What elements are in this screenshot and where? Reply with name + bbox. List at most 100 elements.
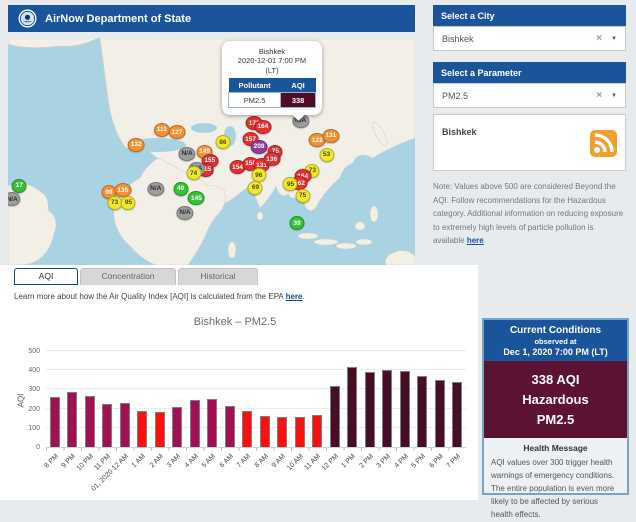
chart-bar[interactable]	[452, 382, 462, 447]
chart-bar[interactable]	[365, 372, 375, 447]
y-tick-label: 500	[4, 348, 40, 355]
epa-here-link[interactable]: here	[286, 292, 303, 301]
select-city-header: Select a City	[433, 5, 626, 26]
chart-bar[interactable]	[295, 417, 305, 447]
current-conditions-panel: Current Conditions observed at Dec 1, 20…	[482, 318, 629, 495]
aqi-map-marker[interactable]: 95	[283, 177, 298, 191]
y-tick-label: 0	[4, 444, 40, 451]
health-message-block: Health Message AQI values over 300 trigg…	[484, 438, 627, 522]
chart-bar[interactable]	[207, 399, 217, 447]
aqi-marker-layer: 17N/A132111127901357395N/AN/AN/A14915511…	[8, 38, 415, 265]
chart-bar[interactable]	[102, 404, 112, 447]
city-feed-box: Bishkek	[433, 114, 626, 171]
learn-more-prefix: Learn more about how the Air Quality Ind…	[14, 292, 283, 301]
app-title: AirNow Department of State	[45, 13, 191, 25]
tab-historical[interactable]: Historical	[178, 268, 258, 285]
note-text: Note: Values above 500 are considered Be…	[433, 182, 623, 245]
chart-title: Bishkek – PM2.5	[0, 316, 470, 328]
observed-datetime: Dec 1, 2020 7:00 PM (LT)	[486, 347, 625, 357]
chart-bar[interactable]	[330, 386, 340, 447]
aqi-map-marker[interactable]: 39	[289, 216, 304, 230]
aqi-map-marker[interactable]: 69	[248, 181, 263, 195]
chart-bar[interactable]	[277, 417, 287, 447]
aqi-map-marker[interactable]: 145	[188, 191, 205, 205]
parameter-select[interactable]: PM2.5 × ▼	[433, 83, 626, 108]
aqi-map-marker[interactable]: 53	[319, 148, 334, 162]
city-dropdown-caret-icon[interactable]: ▼	[611, 36, 617, 42]
y-tick-label: 100	[4, 425, 40, 432]
gridline	[46, 369, 466, 370]
chart-section: AQI Concentration Historical Learn more …	[0, 265, 478, 500]
aqi-map-marker[interactable]: 111	[154, 123, 170, 137]
aqi-map-marker[interactable]: 75	[295, 189, 310, 203]
current-aqi-pollutant: PM2.5	[484, 410, 627, 430]
chart-bar[interactable]	[50, 397, 60, 447]
city-select[interactable]: Bishkek × ▼	[433, 26, 626, 51]
aqi-map-marker[interactable]: 131	[322, 129, 339, 143]
chart-bar[interactable]	[85, 396, 95, 447]
aqi-map-marker[interactable]: N/A	[178, 147, 195, 161]
app-header: AirNow Department of State	[8, 5, 415, 32]
aqi-map-marker[interactable]: N/A	[176, 206, 193, 220]
parameter-dropdown-caret-icon[interactable]: ▼	[611, 93, 617, 99]
aqi-map-marker[interactable]: 164	[254, 120, 271, 134]
current-aqi-block: 338 AQI Hazardous PM2.5	[484, 361, 627, 438]
aqi-map-marker[interactable]: 73	[107, 196, 122, 210]
aqi-map-marker[interactable]: 136	[263, 152, 280, 166]
aqi-map-marker[interactable]: 74	[186, 166, 201, 180]
chart-bar[interactable]	[137, 411, 147, 447]
note-here-link[interactable]: here	[467, 236, 484, 245]
y-tick-label: 400	[4, 367, 40, 374]
chart-bar[interactable]	[382, 370, 392, 447]
chart-bar[interactable]	[242, 411, 252, 447]
current-conditions-title: Current Conditions	[486, 325, 625, 336]
aqi-map-marker[interactable]: 132	[128, 138, 145, 152]
parameter-clear-icon[interactable]: ×	[596, 90, 602, 101]
aqi-map-marker[interactable]: 40	[173, 182, 188, 196]
popup-pollutant-header: Pollutant	[229, 78, 281, 93]
city-clear-icon[interactable]: ×	[596, 33, 602, 44]
aqi-map-marker[interactable]: N/A	[8, 192, 21, 206]
chart-bar[interactable]	[435, 380, 445, 447]
chart-bar[interactable]	[417, 376, 427, 447]
aqi-map-marker[interactable]: 208	[251, 140, 268, 154]
chart-bar[interactable]	[120, 403, 130, 447]
map-popup: Bishkek 2020-12-01 7:00 PM (LT) Pollutan…	[222, 41, 322, 115]
rss-feed-icon[interactable]	[590, 130, 617, 157]
aqi-map-marker[interactable]: 127	[168, 125, 185, 139]
airnow-page: AirNow Department of State	[0, 0, 636, 500]
observed-at-label: observed at	[486, 337, 625, 346]
popup-aqi-table: Pollutant AQI PM2.5 338	[228, 78, 316, 108]
chart-bar[interactable]	[155, 412, 165, 447]
chart-bar[interactable]	[190, 400, 200, 447]
select-parameter-panel: Select a Parameter PM2.5 × ▼	[433, 62, 626, 108]
feed-city-label: Bishkek	[442, 127, 477, 137]
note-suffix: .	[484, 236, 486, 245]
popup-timezone: (LT)	[228, 66, 316, 75]
tab-aqi[interactable]: AQI	[14, 268, 78, 285]
chart-bar[interactable]	[400, 371, 410, 447]
world-aqi-map[interactable]: 17N/A132111127901357395N/AN/AN/A14915511…	[8, 38, 415, 265]
chart-bar[interactable]	[67, 392, 77, 447]
learn-more-text: Learn more about how the Air Quality Ind…	[14, 292, 478, 301]
current-conditions-header: Current Conditions observed at Dec 1, 20…	[484, 320, 627, 361]
aqi-map-marker[interactable]: 95	[121, 196, 136, 210]
beyond-aqi-note: Note: Values above 500 are considered Be…	[433, 180, 626, 248]
parameter-select-value: PM2.5	[442, 91, 596, 101]
health-message-title: Health Message	[491, 443, 620, 453]
chart-bar[interactable]	[347, 367, 357, 447]
aqi-map-marker[interactable]: N/A	[147, 182, 164, 196]
aqi-map-marker[interactable]: 86	[215, 135, 230, 149]
chart-bar[interactable]	[260, 416, 270, 447]
chart-bar[interactable]	[172, 407, 182, 447]
popup-aqi-header: AQI	[281, 78, 316, 93]
chart-bar[interactable]	[225, 406, 235, 447]
tab-concentration[interactable]: Concentration	[80, 268, 176, 285]
chart-bar[interactable]	[312, 415, 322, 447]
popup-pollutant-value: PM2.5	[229, 93, 281, 108]
y-tick-label: 200	[4, 406, 40, 413]
popup-datetime: 2020-12-01 7:00 PM	[228, 56, 316, 65]
learn-more-suffix: .	[302, 292, 304, 301]
aqi-map-marker[interactable]: 17	[12, 179, 27, 193]
select-parameter-header: Select a Parameter	[433, 62, 626, 83]
